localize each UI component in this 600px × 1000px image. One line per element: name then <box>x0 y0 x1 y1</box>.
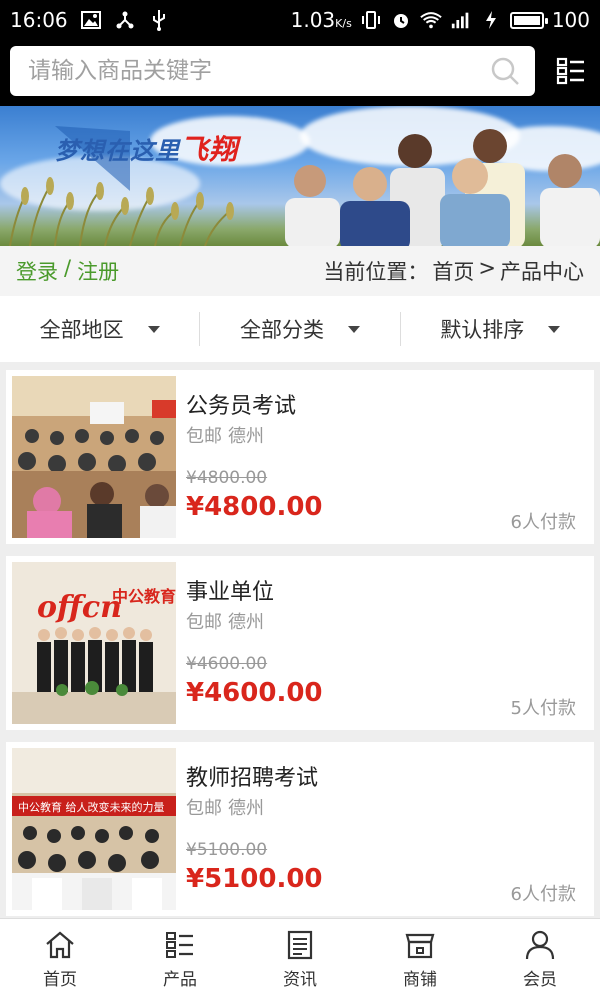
store-icon <box>405 933 435 959</box>
nav-news-label: 资讯 <box>283 970 317 990</box>
nav-store-label: 商铺 <box>403 970 437 990</box>
nav-home-label: 首页 <box>43 970 77 990</box>
search-box[interactable] <box>10 46 535 96</box>
filter-bar: 全部地区 全部分类 默认排序 <box>0 296 600 362</box>
share-icon <box>114 9 136 31</box>
grass-graphic <box>9 177 234 246</box>
product-name[interactable]: 公务员考试 <box>186 388 296 420</box>
nav-member-label: 会员 <box>523 970 557 990</box>
promo-banner[interactable]: 梦想在这里飞翔 <box>0 106 600 246</box>
image-icon <box>80 9 102 31</box>
product-shipping: 包邮 德州 <box>186 798 264 819</box>
bottom-nav: 首页 产品 资讯 商铺 会员 <box>0 918 600 1000</box>
chevron-down-icon <box>147 325 160 333</box>
login-link[interactable]: 登录 <box>16 256 58 286</box>
app-header <box>0 40 600 106</box>
banner-slogan: 梦想在这里飞翔 <box>55 133 239 166</box>
news-icon <box>287 930 313 960</box>
register-link[interactable]: 注册 <box>77 256 119 286</box>
auth-separator: / <box>64 256 72 280</box>
product-paid-count: 6人付款 <box>510 512 576 533</box>
list-icon <box>166 932 193 958</box>
product-price: ¥4800.00 <box>186 492 323 522</box>
filter-category[interactable]: 全部分类 <box>199 312 399 346</box>
product-paid-count: 6人付款 <box>510 884 576 905</box>
nav-member[interactable]: 会员 <box>480 919 600 1000</box>
product-shipping: 包邮 德州 <box>186 426 264 447</box>
svg-text:offcn: offcn <box>37 590 122 625</box>
category-menu-button[interactable] <box>554 54 588 88</box>
filter-region[interactable]: 全部地区 <box>0 312 199 346</box>
product-card[interactable]: offcn 中公教育 事业单位 包邮 德州 ¥4600.00 ¥4600.00 5… <box>6 556 594 730</box>
filter-category-label: 全部分类 <box>239 318 324 342</box>
breadcrumb-home[interactable]: 首页 <box>432 256 474 286</box>
status-bar: 16:06 1.03K/s 100 <box>0 0 600 40</box>
battery-level: 100 <box>551 8 590 32</box>
charging-icon <box>480 9 502 31</box>
search-input[interactable] <box>28 58 489 84</box>
svg-text:中公教育: 中公教育 <box>112 587 176 606</box>
wifi-icon <box>420 9 442 31</box>
product-original-price: ¥5100.00 <box>186 840 268 860</box>
product-card[interactable]: 中公教育 给人改变未来的力量 教师招聘考试 包邮 德州 ¥5100.00 ¥510… <box>6 742 594 916</box>
chevron-down-icon <box>347 325 360 333</box>
nav-home[interactable]: 首页 <box>0 919 120 1000</box>
students-photo <box>285 129 600 246</box>
product-price: ¥4600.00 <box>186 678 323 708</box>
product-shipping: 包邮 德州 <box>186 612 264 633</box>
battery-icon <box>509 11 548 29</box>
filter-sort[interactable]: 默认排序 <box>399 312 600 346</box>
usb-icon <box>148 9 170 31</box>
product-image[interactable]: 中公教育 给人改变未来的力量 <box>12 748 176 910</box>
auth-links: 登录 / 注册 <box>16 256 119 286</box>
product-name[interactable]: 事业单位 <box>186 574 274 606</box>
breadcrumb: 当前位置： 首页 > 产品中心 <box>323 256 584 286</box>
nav-news[interactable]: 资讯 <box>240 919 360 1000</box>
network-speed: 1.03K/s <box>290 8 352 32</box>
user-icon <box>525 930 555 960</box>
filter-sort-label: 默认排序 <box>440 318 525 342</box>
breadcrumb-separator: > <box>478 256 496 280</box>
product-price: ¥5100.00 <box>186 864 323 894</box>
chevron-down-icon <box>548 325 561 333</box>
product-image[interactable]: offcn 中公教育 <box>12 562 176 724</box>
nav-store[interactable]: 商铺 <box>360 919 480 1000</box>
search-icon[interactable] <box>489 55 521 87</box>
product-original-price: ¥4800.00 <box>186 468 268 488</box>
vibrate-icon <box>360 9 382 31</box>
signal-icon <box>450 9 472 31</box>
breadcrumb-prefix: 当前位置： <box>323 260 429 284</box>
product-name[interactable]: 教师招聘考试 <box>186 760 318 792</box>
svg-text:中公教育 给人改变未来的力量: 中公教育 给人改变未来的力量 <box>18 800 165 814</box>
category-list-icon <box>556 57 584 85</box>
filter-region-label: 全部地区 <box>39 318 124 342</box>
product-original-price: ¥4600.00 <box>186 654 268 674</box>
nav-products[interactable]: 产品 <box>120 919 240 1000</box>
status-time: 16:06 <box>10 8 68 32</box>
product-paid-count: 5人付款 <box>510 698 576 719</box>
product-card[interactable]: 公务员考试 包邮 德州 ¥4800.00 ¥4800.00 6人付款 <box>6 370 594 544</box>
nav-products-label: 产品 <box>163 970 197 990</box>
home-icon <box>46 931 74 959</box>
product-image[interactable] <box>12 376 176 538</box>
alarm-icon <box>390 9 412 31</box>
breadcrumb-current: 产品中心 <box>500 260 584 284</box>
info-bar: 登录 / 注册 当前位置： 首页 > 产品中心 <box>0 246 600 296</box>
